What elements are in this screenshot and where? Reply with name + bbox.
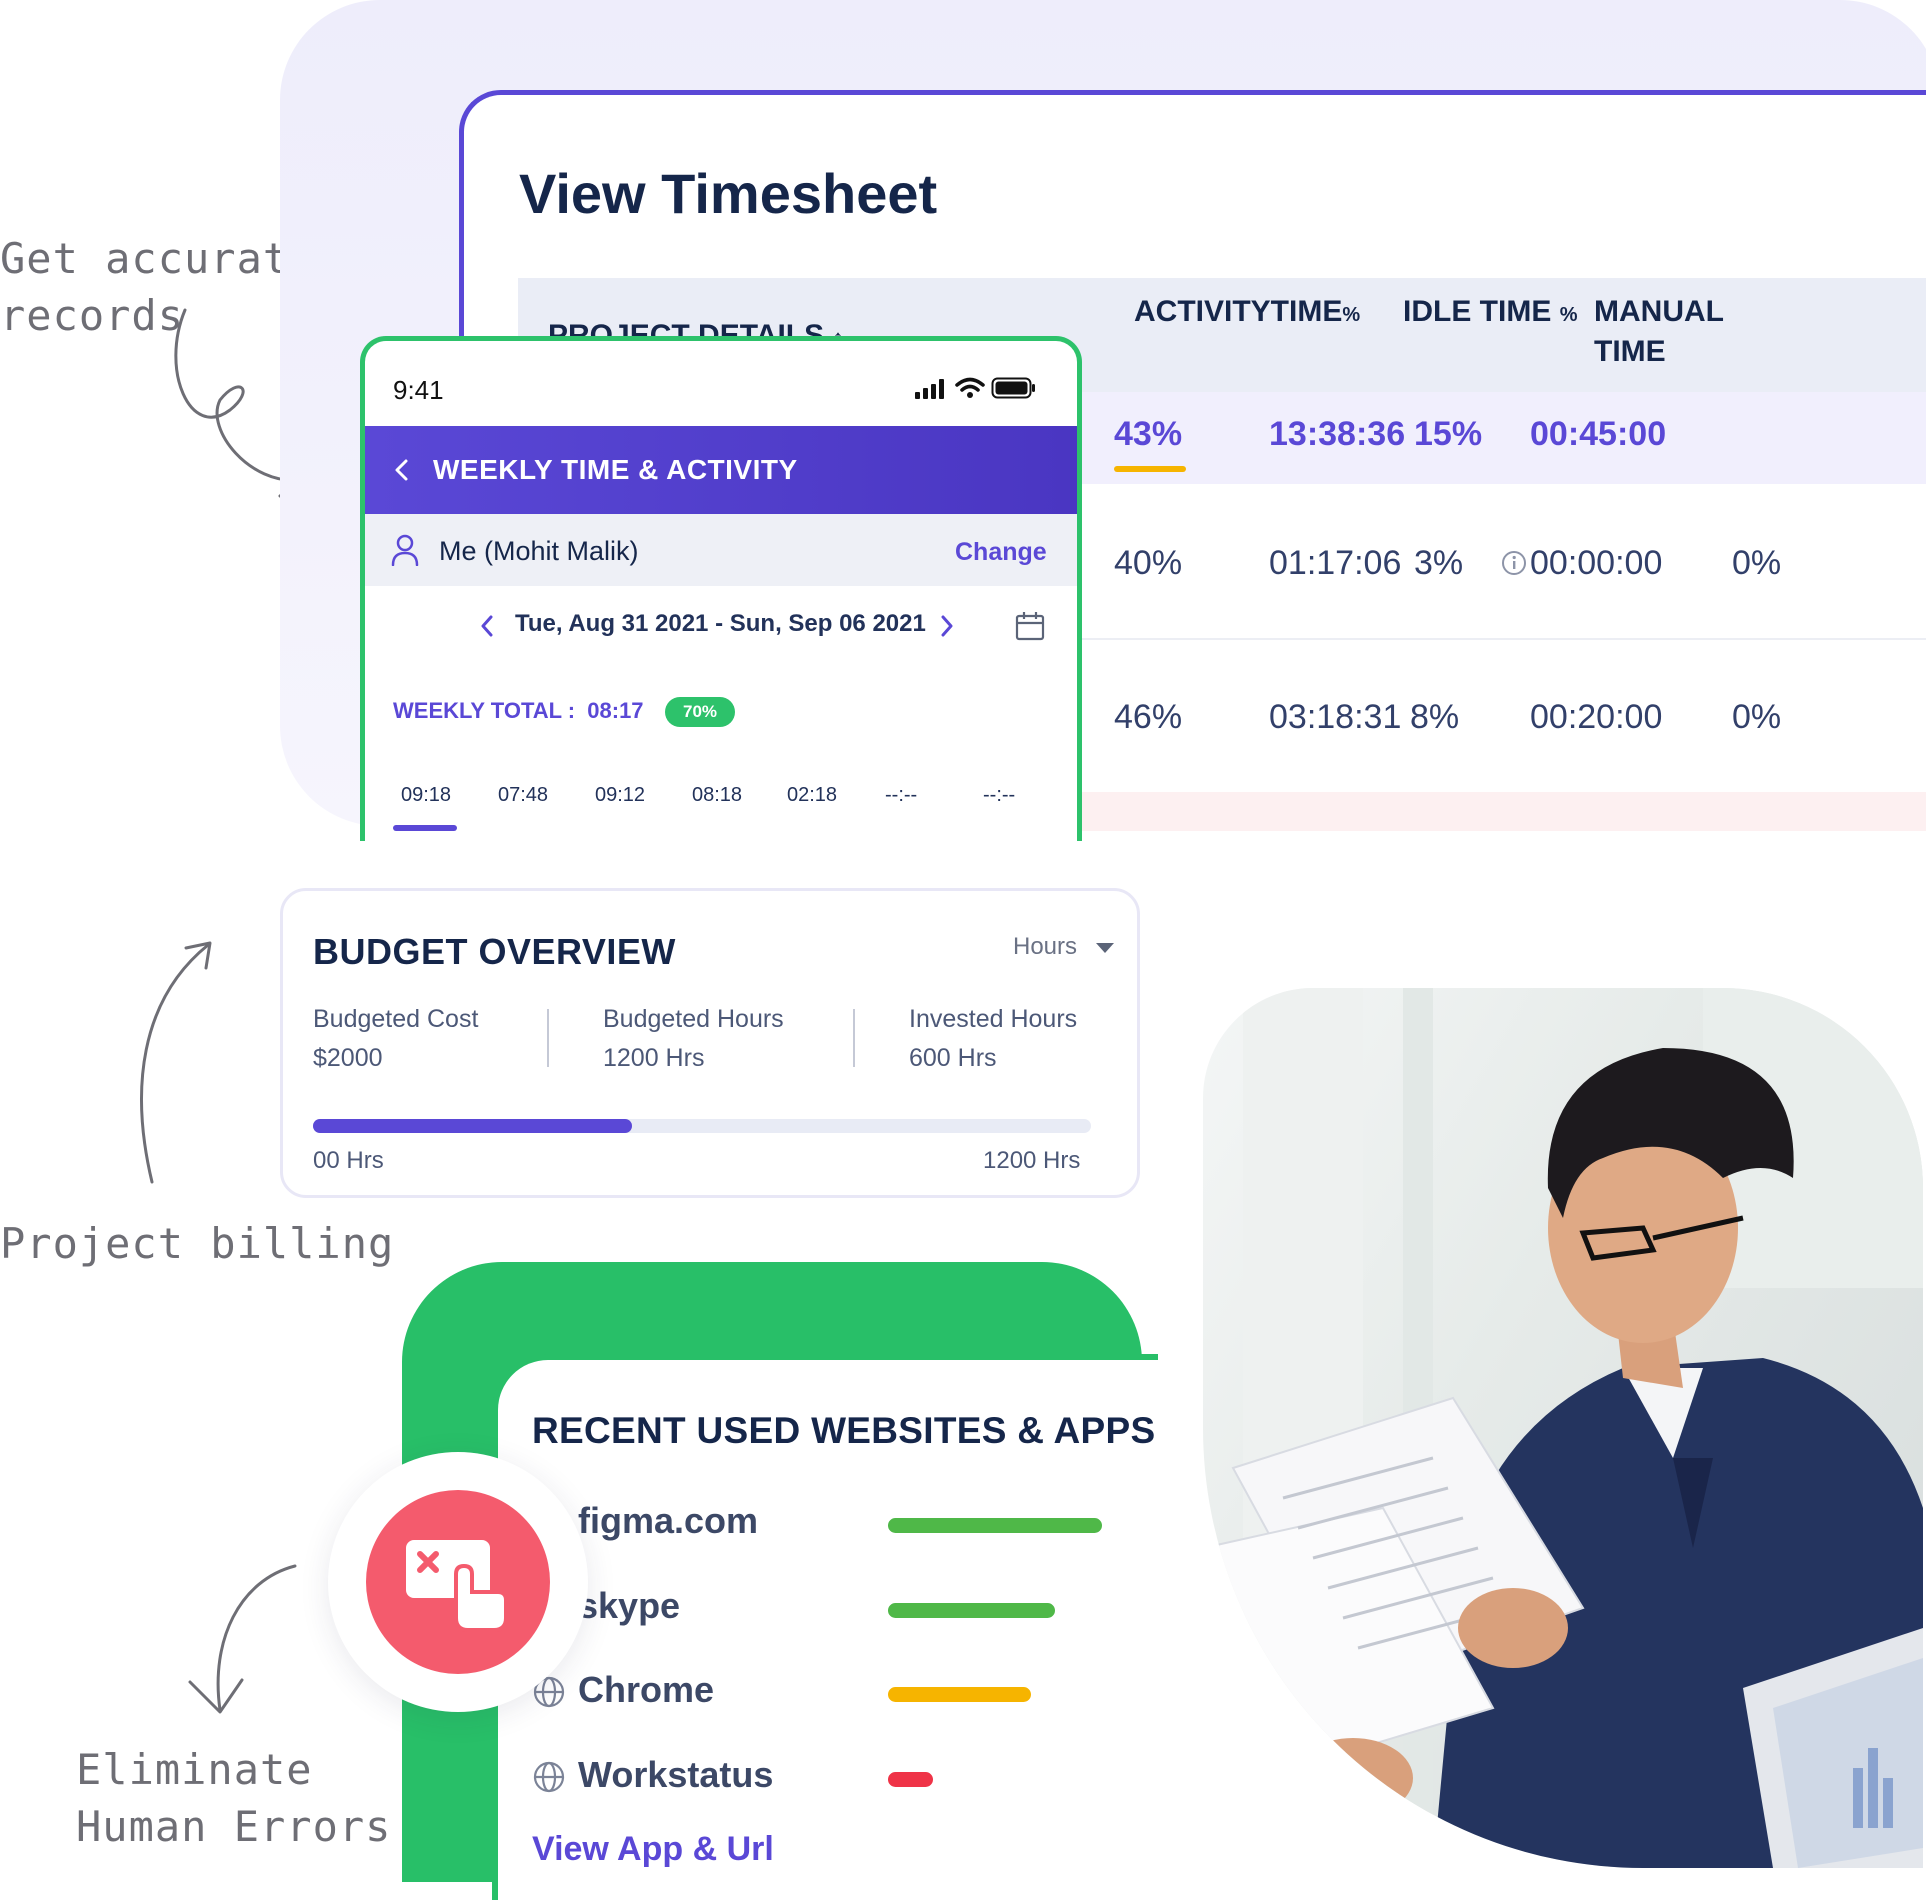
app-usage-bar	[888, 1518, 1102, 1533]
range-min: 00 Hrs	[313, 1147, 384, 1174]
budget-metric: Invested Hours 600 Hrs	[909, 1005, 1078, 1072]
previous-week-icon[interactable]	[480, 615, 494, 637]
budget-metric: Budgeted Cost $2000	[313, 1005, 479, 1072]
unit-dropdown[interactable]: Hours	[1013, 933, 1114, 961]
day-total[interactable]: 08:18	[692, 784, 742, 807]
photo-illustration	[1203, 988, 1923, 1868]
day-total[interactable]: 07:48	[498, 784, 548, 807]
phone-header-title: WEEKLY TIME & ACTIVITY	[433, 454, 798, 485]
signal-icon	[915, 379, 944, 399]
person-reading-photo	[1203, 988, 1923, 1868]
app-row[interactable]: figma.com	[532, 1496, 1132, 1546]
day-total[interactable]: 09:12	[595, 784, 645, 807]
app-name: Chrome	[578, 1669, 715, 1710]
range-max: 1200 Hrs	[983, 1147, 1081, 1174]
manual-percent: 0%	[1732, 544, 1782, 582]
column-manual-time[interactable]: MANUAL TIME	[1594, 292, 1724, 372]
annotation-eliminate-errors: Eliminate Human Errors	[76, 1745, 392, 1851]
info-icon[interactable]	[1501, 550, 1527, 576]
activity-percent: 40%	[1114, 544, 1183, 582]
annotation-project-billing: Project billing	[0, 1219, 395, 1268]
click-error-icon	[406, 1540, 508, 1632]
app-name: figma.com	[578, 1500, 759, 1541]
app-row[interactable]: skype	[532, 1581, 1132, 1631]
recent-apps-card: RECENT USED WEBSITES & APPS figma.com sk…	[492, 1354, 1158, 1900]
phone-mockup: 9:41 WEEKLY TIME & ACTIVITY Me (Mohit Ma…	[360, 336, 1082, 841]
view-app-url-link[interactable]: View App & Url	[532, 1830, 774, 1869]
dropdown-caret-icon	[1095, 942, 1114, 953]
budget-progress-fill	[313, 1119, 632, 1133]
selected-day-indicator	[393, 825, 457, 831]
day-total[interactable]: 09:18	[401, 784, 451, 807]
column-activity-time[interactable]: ACTIVITYTIME%	[1134, 292, 1360, 335]
column-idle-time[interactable]: IDLE TIME %	[1403, 292, 1577, 335]
app-usage-bar	[888, 1772, 933, 1787]
day-total[interactable]: --:--	[983, 784, 1015, 807]
activity-time: 03:18:31	[1269, 698, 1402, 736]
manual-time: 00:00:00	[1530, 544, 1663, 582]
user-name: Me (Mohit Malik)	[439, 536, 639, 566]
phone-header: WEEKLY TIME & ACTIVITY	[365, 426, 1077, 514]
idle-percent: 3%	[1414, 544, 1464, 582]
manual-time: 00:45:00	[1530, 415, 1667, 453]
globe-icon	[533, 1761, 565, 1793]
wifi-icon	[955, 377, 985, 398]
day-total[interactable]: 02:18	[787, 784, 837, 807]
change-user-link[interactable]: Change	[955, 538, 1047, 567]
budget-title: BUDGET OVERVIEW	[313, 931, 676, 972]
app-usage-bar	[888, 1687, 1031, 1702]
up-arrow-icon	[140, 941, 212, 1184]
battery-icon	[991, 377, 1035, 399]
activity-percent: 46%	[1114, 698, 1183, 736]
manual-percent: 0%	[1732, 698, 1782, 736]
activity-time: 01:17:06	[1269, 544, 1402, 582]
app-name: skype	[578, 1585, 681, 1626]
error-badge-fill	[366, 1490, 550, 1674]
weekly-percent-badge: 70%	[665, 697, 735, 727]
back-chevron-icon[interactable]	[393, 458, 409, 482]
app-row[interactable]: Chrome	[532, 1665, 1132, 1715]
app-row[interactable]: Workstatus	[532, 1750, 1132, 1800]
divider	[547, 1009, 549, 1067]
budget-overview-card: BUDGET OVERVIEW Hours Budgeted Cost $200…	[280, 888, 1140, 1198]
user-row: Me (Mohit Malik) Change	[365, 514, 1077, 586]
divider	[853, 1009, 855, 1067]
down-arrow-icon	[188, 1564, 297, 1714]
idle-percent: 15%	[1414, 415, 1483, 453]
manual-time: 00:20:00	[1530, 698, 1663, 736]
activity-time: 13:38:36	[1269, 415, 1406, 453]
idle-percent: 8%	[1410, 698, 1460, 736]
weekly-total: WEEKLY TOTAL : 08:17	[393, 698, 644, 723]
day-total[interactable]: --:--	[885, 784, 917, 807]
recent-apps-title: RECENT USED WEBSITES & APPS	[532, 1410, 1156, 1451]
status-time: 9:41	[393, 375, 444, 405]
budget-metric: Budgeted Hours 1200 Hrs	[603, 1005, 784, 1072]
activity-percent: 43%	[1114, 415, 1183, 453]
app-usage-bar	[888, 1603, 1055, 1618]
app-name: Workstatus	[578, 1754, 774, 1795]
user-icon	[391, 534, 419, 566]
budget-progress-track	[313, 1119, 1091, 1133]
error-badge	[328, 1452, 588, 1712]
calendar-icon[interactable]	[1015, 611, 1045, 641]
page-title: View Timesheet	[519, 162, 938, 225]
week-range: Tue, Aug 31 2021 - Sun, Sep 06 2021	[515, 610, 926, 637]
activity-underline	[1114, 466, 1186, 472]
next-week-icon[interactable]	[940, 615, 954, 637]
